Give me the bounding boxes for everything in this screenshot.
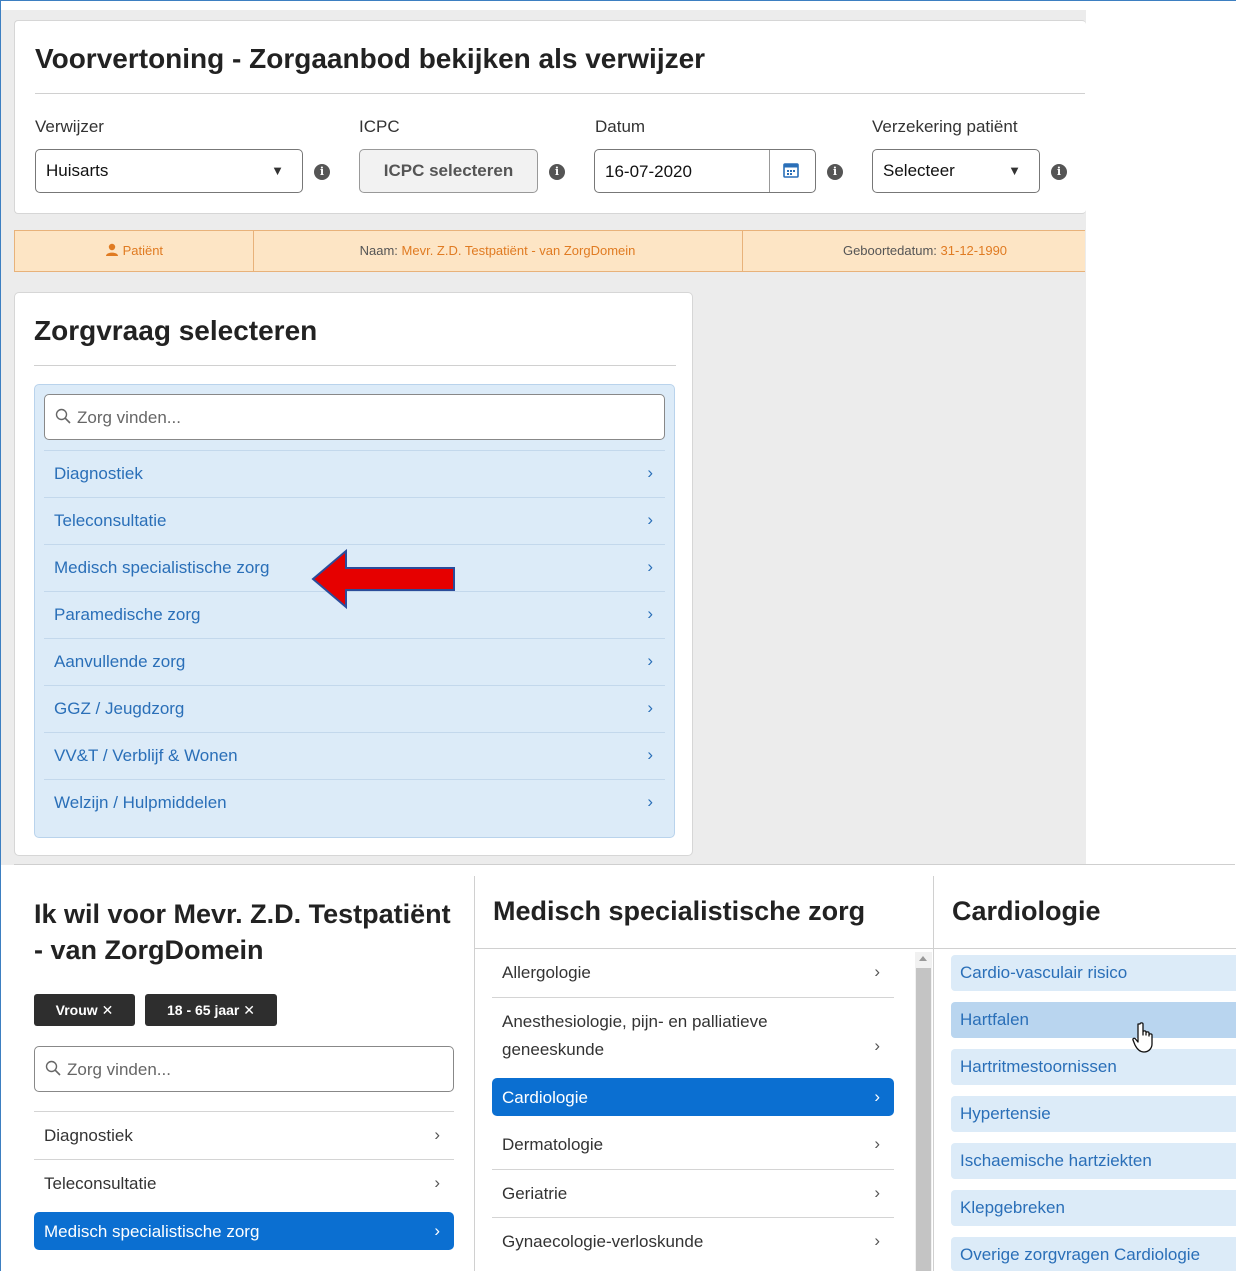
list-item[interactable]: Cardio-vasculair risico	[951, 955, 1236, 991]
list-item[interactable]: Anesthesiologie, pijn- en palliatieve ge…	[492, 997, 894, 1073]
patient-name: Naam: Mevr. Z.D. Testpatiënt - van ZorgD…	[359, 243, 636, 258]
chevron-right-icon: ›	[647, 745, 653, 764]
verwijzer-label: Verwijzer	[35, 117, 104, 136]
column-title: Cardiologie	[952, 896, 1101, 926]
chevron-right-icon: ›	[874, 1231, 880, 1250]
divider	[35, 93, 1085, 94]
verzekering-value: Selecteer	[883, 161, 955, 180]
preview-settings-panel: Voorvertoning - Zorgaanbod bekijken als …	[14, 20, 1086, 214]
datum-label: Datum	[595, 117, 646, 136]
chevron-right-icon: ›	[647, 463, 653, 482]
info-icon[interactable]: i	[1051, 164, 1067, 180]
list-item[interactable]: Ischaemische hartziekten	[951, 1143, 1236, 1179]
search-placeholder: Zorg vinden...	[67, 1060, 171, 1079]
hand-cursor-icon	[1132, 1022, 1153, 1053]
scroll-thumb[interactable]	[916, 968, 931, 1271]
verwijzer-value: Huisarts	[46, 161, 109, 180]
chevron-right-icon: ›	[874, 1087, 880, 1106]
patient-birthdate: Geboortedatum: 31-12-1990	[842, 243, 1008, 258]
info-icon[interactable]: i	[827, 164, 843, 180]
verwijzer-select[interactable]: Huisarts ▼	[35, 149, 303, 193]
chevron-right-icon: ›	[434, 1221, 440, 1240]
list-item[interactable]: Overige zorgvragen Cardiologie	[951, 1237, 1236, 1271]
calendar-icon[interactable]	[783, 162, 799, 178]
list-item[interactable]: Teleconsultatie ›	[34, 1159, 454, 1207]
chevron-right-icon: ›	[647, 792, 653, 811]
scroll-up-icon[interactable]	[919, 956, 927, 961]
list-item[interactable]: Allergologie ›	[492, 952, 894, 997]
info-icon[interactable]: i	[549, 164, 565, 180]
verzekering-label: Verzekering patiënt	[872, 117, 1018, 136]
search-icon	[55, 408, 71, 424]
patient-heading: Ik wil voor Mevr. Z.D. Testpatiënt - van…	[34, 899, 451, 965]
person-icon	[105, 243, 118, 256]
page-title: Voorvertoning - Zorgaanbod bekijken als …	[35, 43, 706, 74]
list-item[interactable]: Geriatrie ›	[492, 1169, 894, 1217]
chevron-right-icon: ›	[874, 1183, 880, 1202]
icpc-label: ICPC	[359, 117, 400, 136]
list-item[interactable]: Klepgebreken	[951, 1190, 1236, 1226]
red-arrow-annotation	[311, 548, 455, 610]
list-item[interactable]: Dermatologie ›	[492, 1121, 894, 1169]
zorg-search-input[interactable]: Zorg vinden...	[34, 1046, 454, 1092]
scrollbar[interactable]	[915, 952, 932, 1271]
patient-label: Patiënt	[122, 243, 164, 258]
filter-chip-age[interactable]: 18 - 65 jaar ✕	[145, 994, 277, 1026]
list-item-selected[interactable]: Cardiologie ›	[492, 1078, 894, 1116]
chevron-right-icon: ›	[647, 604, 653, 623]
chevron-right-icon: ›	[874, 962, 880, 981]
chevron-right-icon: ›	[434, 1125, 440, 1144]
chevron-right-icon: ›	[647, 651, 653, 670]
chevron-right-icon: ›	[647, 557, 653, 576]
icpc-select-button[interactable]: ICPC selecteren	[359, 149, 538, 193]
zorgvraag-title: Zorgvraag selecteren	[34, 315, 318, 346]
datum-value: 16-07-2020	[605, 162, 692, 181]
verzekering-select[interactable]: Selecteer ▼	[872, 149, 1040, 193]
chevron-right-icon: ›	[874, 1036, 880, 1055]
info-icon[interactable]: i	[314, 164, 330, 180]
zorgvraag-list: Zorg vinden... Diagnostiek › Teleconsulta…	[34, 384, 675, 838]
filter-chip-vrouw[interactable]: Vrouw ✕	[34, 994, 135, 1026]
search-icon	[45, 1060, 61, 1076]
chevron-right-icon: ›	[434, 1173, 440, 1192]
list-item[interactable]: Hartritmestoornissen	[951, 1049, 1236, 1085]
list-item-hover[interactable]: Hartfalen	[951, 1002, 1236, 1038]
caret-down-icon: ▼	[271, 163, 284, 178]
list-item[interactable]: Welzijn / Hulpmiddelen ›	[44, 779, 665, 825]
list-item[interactable]: Diagnostiek ›	[44, 450, 665, 496]
column-title: Medisch specialistische zorg	[493, 896, 866, 926]
list-item[interactable]: Hypertensie	[951, 1096, 1236, 1132]
patient-tab[interactable]: Patiënt	[15, 231, 253, 271]
list-item[interactable]: Teleconsultatie ›	[44, 497, 665, 543]
datum-input[interactable]: 16-07-2020	[594, 149, 816, 193]
chevron-right-icon: ›	[647, 510, 653, 529]
list-item[interactable]: Aanvullende zorg ›	[44, 638, 665, 684]
list-item[interactable]: VV&T / Verblijf & Wonen ›	[44, 732, 665, 778]
search-placeholder: Zorg vinden...	[77, 408, 181, 427]
caret-down-icon: ▼	[1008, 163, 1021, 178]
chevron-right-icon: ›	[647, 698, 653, 717]
list-item[interactable]: Diagnostiek ›	[34, 1111, 454, 1159]
zorg-search-input[interactable]: Zorg vinden...	[44, 394, 665, 440]
chevron-right-icon: ›	[874, 1134, 880, 1153]
list-item[interactable]: Gynaecologie-verloskunde ›	[492, 1217, 894, 1271]
list-item-selected[interactable]: Medisch specialistische zorg ›	[34, 1212, 454, 1250]
list-item[interactable]: GGZ / Jeugdzorg ›	[44, 685, 665, 731]
patient-bar: Patiënt Naam: Mevr. Z.D. Testpatiënt - v…	[14, 230, 1085, 272]
